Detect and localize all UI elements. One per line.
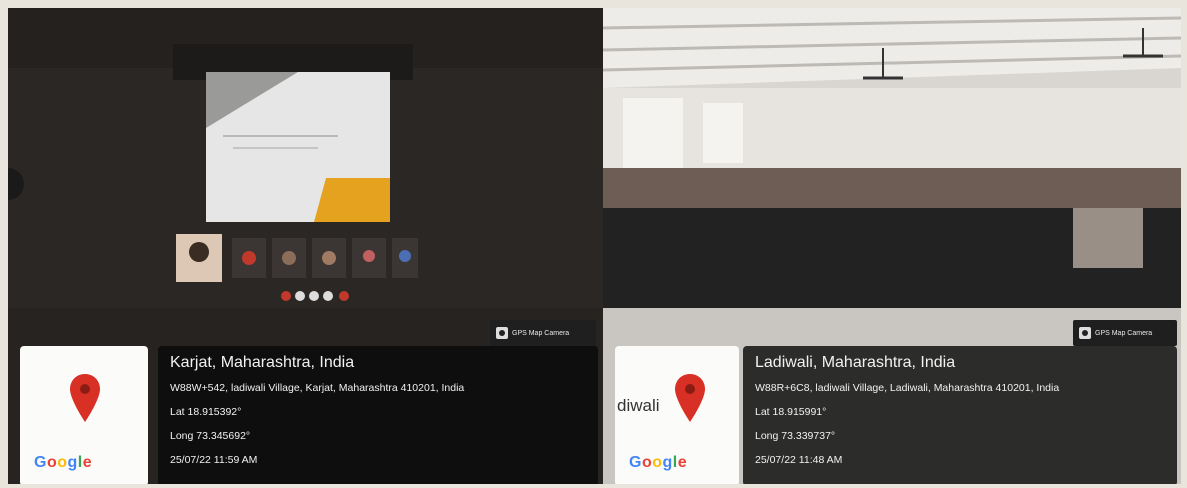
latitude: Lat 18.915991°	[755, 406, 827, 418]
photo-auditorium: GPS Map Camera diwali Google Ladiwali, M…	[603, 8, 1181, 484]
location-address: W88W+542, ladiwali Village, Karjat, Maha…	[170, 382, 465, 394]
timestamp: 25/07/22 11:59 AM	[170, 454, 258, 466]
map-thumbnail: diwali Google	[615, 346, 739, 484]
location-info-panel: Ladiwali, Maharashtra, India W88R+6C8, l…	[743, 346, 1177, 484]
longitude: Long 73.345692°	[170, 430, 251, 442]
camera-icon	[496, 327, 508, 339]
photo-projector-room: GPS Map Camera Google Karjat, Maharashtr…	[8, 8, 603, 484]
map-pin-icon	[675, 374, 705, 422]
gps-camera-badge: GPS Map Camera	[490, 320, 596, 346]
location-address: W88R+6C8, ladiwali Village, Ladiwali, Ma…	[755, 382, 1060, 394]
camera-icon	[1079, 327, 1091, 339]
location-info-panel: Karjat, Maharashtra, India W88W+542, lad…	[158, 346, 598, 484]
location-title: Karjat, Maharashtra, India	[170, 354, 355, 371]
google-logo: Google	[629, 454, 688, 471]
latitude: Lat 18.915392°	[170, 406, 242, 418]
badge-label: GPS Map Camera	[1095, 329, 1153, 337]
location-title: Ladiwali, Maharashtra, India	[755, 354, 956, 371]
back-wall	[603, 88, 1181, 178]
timestamp: 25/07/22 11:48 AM	[755, 454, 843, 466]
map-pin-icon	[70, 374, 100, 422]
map-thumbnail: Google	[20, 346, 148, 484]
badge-label: GPS Map Camera	[512, 329, 570, 337]
longitude: Long 73.339737°	[755, 430, 836, 442]
gps-camera-badge: GPS Map Camera	[1073, 320, 1177, 346]
map-place-label: diwali	[617, 396, 660, 415]
google-logo: Google	[34, 454, 93, 471]
